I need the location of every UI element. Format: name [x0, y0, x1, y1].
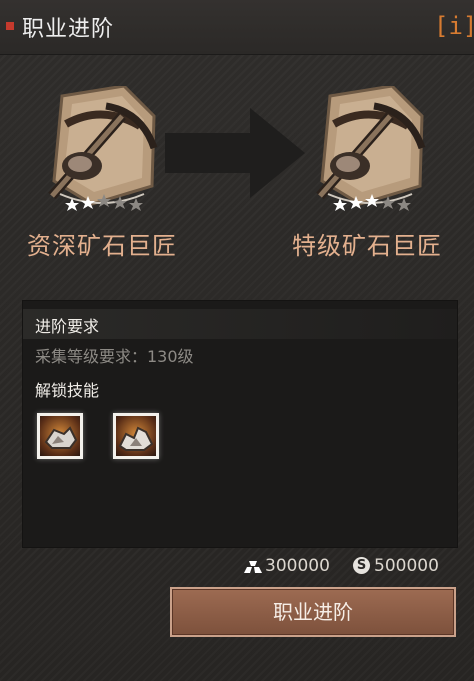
current-rank-badge-icon: [48, 86, 158, 211]
unlock-skills-title: 解锁技能: [35, 381, 100, 400]
silver-cost: 500000: [374, 556, 439, 576]
gather-level-requirement: 采集等级要求：130级: [35, 347, 194, 366]
current-rank-name: 资深矿石巨匠: [27, 232, 177, 260]
requirements-box: 进阶要求 采集等级要求：130级 解锁技能: [22, 300, 458, 548]
info-icon: [i]: [434, 12, 474, 40]
title-marker-icon: [6, 22, 14, 30]
advance-arrow-icon: [165, 108, 305, 198]
gold-cost: 300000: [265, 556, 330, 576]
ore-skill-icon-2[interactable]: [113, 413, 159, 459]
header: 职业进阶 [i]: [0, 0, 474, 55]
rank-stars: [65, 194, 143, 211]
advance-button[interactable]: 职业进阶: [170, 587, 456, 637]
gold-ingot-icon: [244, 561, 262, 573]
rock-cluster-icon: [118, 426, 154, 451]
info-button[interactable]: [i]: [434, 10, 474, 42]
ore-icon: [44, 426, 78, 449]
profession-advance-panel: 职业进阶 [i] 资深矿石巨匠 特级矿石巨匠 进阶要求 采集等级要求：130级 …: [0, 0, 474, 681]
ore-skill-icon[interactable]: [37, 413, 83, 459]
requirements-title: 进阶要求: [35, 317, 100, 336]
page-title: 职业进阶: [22, 17, 115, 42]
silver-coin-icon: S: [353, 557, 370, 574]
next-rank-badge-icon: [316, 86, 426, 211]
next-rank-name: 特级矿石巨匠: [292, 232, 442, 260]
rank-stars: [333, 194, 411, 211]
